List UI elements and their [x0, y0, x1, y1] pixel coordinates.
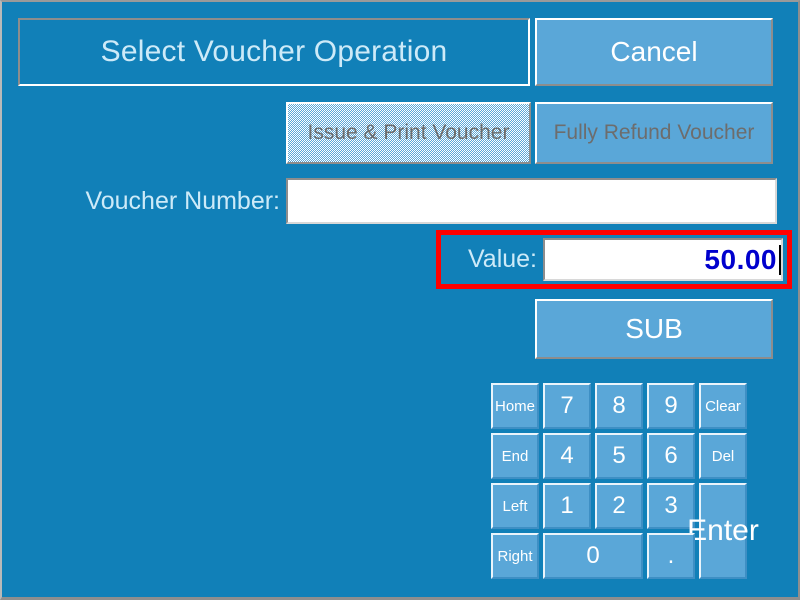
voucher-number-label: Voucher Number: [85, 186, 280, 215]
page-title: Select Voucher Operation [18, 18, 530, 86]
key-2[interactable]: 2 [595, 483, 643, 529]
key-end[interactable]: End [491, 433, 539, 479]
key-7[interactable]: 7 [543, 383, 591, 429]
key-dot[interactable]: . [647, 533, 695, 579]
voucher-number-input[interactable] [286, 178, 777, 224]
key-clear[interactable]: Clear [699, 383, 747, 429]
key-left[interactable]: Left [491, 483, 539, 529]
numeric-keypad: Home 7 8 9 Clear End 4 5 6 Del Left 1 2 3 Enter Right 0. [491, 383, 791, 585]
key-0[interactable]: 0 [543, 533, 643, 579]
fully-refund-voucher-button[interactable]: Fully Refund Voucher [535, 102, 773, 164]
key-8[interactable]: 8 [595, 383, 643, 429]
key-home[interactable]: Home [491, 383, 539, 429]
value-label: Value: [467, 245, 537, 273]
value-field-highlight: Value: 50.00 [436, 230, 792, 289]
issue-and-print-voucher-button[interactable]: Issue & Print Voucher [286, 102, 531, 164]
voucher-operation-window: Select Voucher Operation Cancel Issue & … [0, 0, 800, 600]
text-caret [779, 244, 781, 275]
cancel-button[interactable]: Cancel [535, 18, 773, 86]
key-4[interactable]: 4 [543, 433, 591, 479]
key-9[interactable]: 9 [647, 383, 695, 429]
value-input-value: 50.00 [704, 243, 777, 275]
key-del[interactable]: Del [699, 433, 747, 479]
key-6[interactable]: 6 [647, 433, 695, 479]
key-5[interactable]: 5 [595, 433, 643, 479]
key-right[interactable]: Right [491, 533, 539, 579]
key-enter[interactable]: Enter [687, 483, 759, 579]
value-input[interactable]: 50.00 [543, 238, 783, 281]
key-1[interactable]: 1 [543, 483, 591, 529]
sub-button[interactable]: SUB [535, 299, 773, 359]
window-canvas: Select Voucher Operation Cancel Issue & … [2, 2, 798, 597]
